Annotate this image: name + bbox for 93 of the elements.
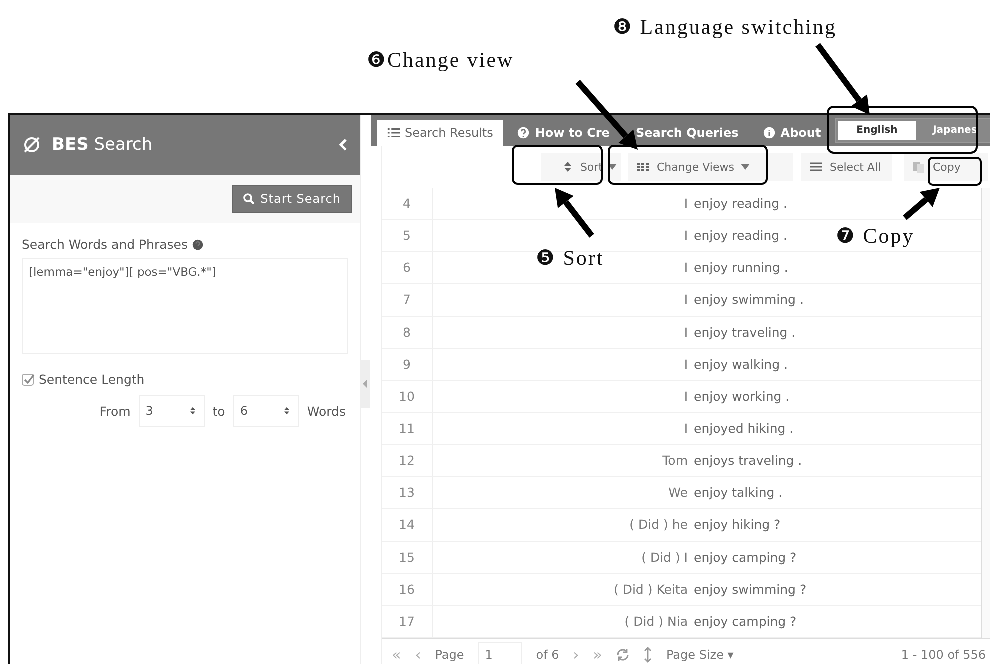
search-icon (242, 193, 255, 205)
row-number: 11 (382, 412, 433, 444)
resize-icon (644, 647, 652, 663)
annotation-label: ❻Change view (367, 48, 514, 73)
tab[interactable]: About (752, 120, 832, 146)
row-number: 14 (382, 509, 433, 541)
callout-frame (928, 157, 982, 186)
to-label: to (212, 404, 226, 418)
words-label: Words (307, 404, 346, 418)
sentence-length-label: Sentence Length (39, 372, 145, 387)
left-context: Tom (662, 453, 689, 468)
match-text: enjoy hiking ? (694, 517, 781, 532)
language-option[interactable]: English (838, 121, 916, 140)
app-title: BES Search (52, 135, 154, 155)
row-number: 17 (382, 606, 433, 637)
previous-page-button[interactable]: ‹ (415, 646, 422, 664)
annotation-label: ❺ Sort (536, 246, 604, 271)
match-text: enjoy running . (694, 260, 788, 276)
left-context: I (683, 356, 689, 372)
match-text: enjoyed hiking . (694, 421, 794, 436)
list-icon (387, 127, 400, 139)
query-label: Search Words and Phrases (22, 237, 188, 252)
page-count: of 6 (536, 648, 560, 662)
row-number: 4 (382, 188, 433, 220)
match-text: enjoy camping ? (694, 614, 797, 629)
left-context: ( Did ) I (640, 550, 689, 565)
match-text: enjoy swimming ? (694, 582, 807, 597)
row-number: 10 (382, 380, 433, 412)
match-text: enjoys traveling . (694, 453, 802, 468)
tab[interactable]: How to Cre Search Queries (507, 120, 749, 146)
start-search-button[interactable]: Start Search (232, 185, 352, 213)
left-context: I (683, 292, 689, 308)
result-range: 1 - 100 of 556 (901, 648, 986, 662)
arrow (555, 188, 594, 238)
arrow (903, 188, 940, 220)
language-option[interactable]: Japanes (916, 121, 990, 140)
row-number: 13 (382, 477, 433, 508)
spinner-icon (188, 405, 198, 417)
row-number: 6 (382, 252, 433, 284)
last-page-button[interactable]: » (593, 646, 602, 664)
row-number: 9 (382, 348, 433, 380)
match-text: enjoy walking . (694, 356, 788, 372)
refresh-icon[interactable] (616, 648, 630, 662)
row-number: 12 (382, 445, 433, 476)
left-context: We (668, 485, 689, 500)
row-number: 15 (382, 542, 433, 573)
toolbar-button[interactable]: Select All (801, 153, 892, 181)
left-context: I (683, 228, 689, 244)
toolbar-button[interactable]: Change Views (628, 153, 793, 181)
left-context: I (683, 324, 689, 340)
logo-icon (22, 135, 42, 155)
list-icon (809, 161, 823, 173)
row-number: 5 (382, 220, 433, 252)
match-text: enjoy talking . (694, 485, 783, 500)
checkbox[interactable] (22, 373, 35, 386)
left-context: I (683, 421, 689, 436)
left-context: I (683, 388, 689, 404)
grid-icon (636, 161, 650, 173)
first-page-button[interactable]: « (392, 646, 402, 664)
query-field[interactable]: [lemma="enjoy"][ pos="VBG.*"] (22, 258, 348, 354)
left-context: ( Did ) Keita (612, 582, 689, 597)
match-text: enjoy reading . (694, 228, 788, 244)
page-label: Page (435, 648, 464, 662)
row-number: 16 (382, 574, 433, 605)
row-number: 7 (382, 284, 433, 316)
toolbar-button[interactable]: Sort (541, 153, 621, 181)
match-text: enjoy traveling . (694, 324, 796, 340)
panel-handle[interactable] (361, 360, 370, 408)
info-icon (762, 127, 776, 139)
left-context: ( Did ) Nia (624, 614, 689, 629)
help-icon[interactable] (192, 238, 204, 250)
annotation-label: ❽ Language switching (613, 15, 837, 40)
tab[interactable]: Search Results (377, 120, 504, 146)
row-number: 8 (382, 316, 433, 348)
match-text: enjoy reading . (694, 196, 788, 212)
page-field[interactable]: 1 (478, 642, 522, 664)
arrow (816, 43, 870, 115)
page-size-dropdown[interactable]: Page Size ▾ (666, 648, 734, 662)
copy-icon (912, 161, 926, 173)
collapse-icon[interactable] (338, 138, 348, 152)
spinner-icon (282, 405, 292, 417)
annotation-label: ❼ Copy (836, 224, 915, 249)
left-context: I (683, 196, 689, 212)
left-context: I (683, 260, 689, 276)
match-text: enjoy swimming . (694, 292, 804, 308)
left-context: ( Did ) he (628, 517, 689, 532)
from-label: From (100, 404, 131, 418)
next-page-button[interactable]: › (573, 646, 580, 664)
help-icon (517, 127, 530, 139)
match-text: enjoy camping ? (694, 550, 797, 565)
max-words-field[interactable]: 6 (233, 395, 300, 427)
match-text: enjoy working . (694, 388, 790, 404)
min-words-field[interactable]: 3 (138, 395, 205, 427)
